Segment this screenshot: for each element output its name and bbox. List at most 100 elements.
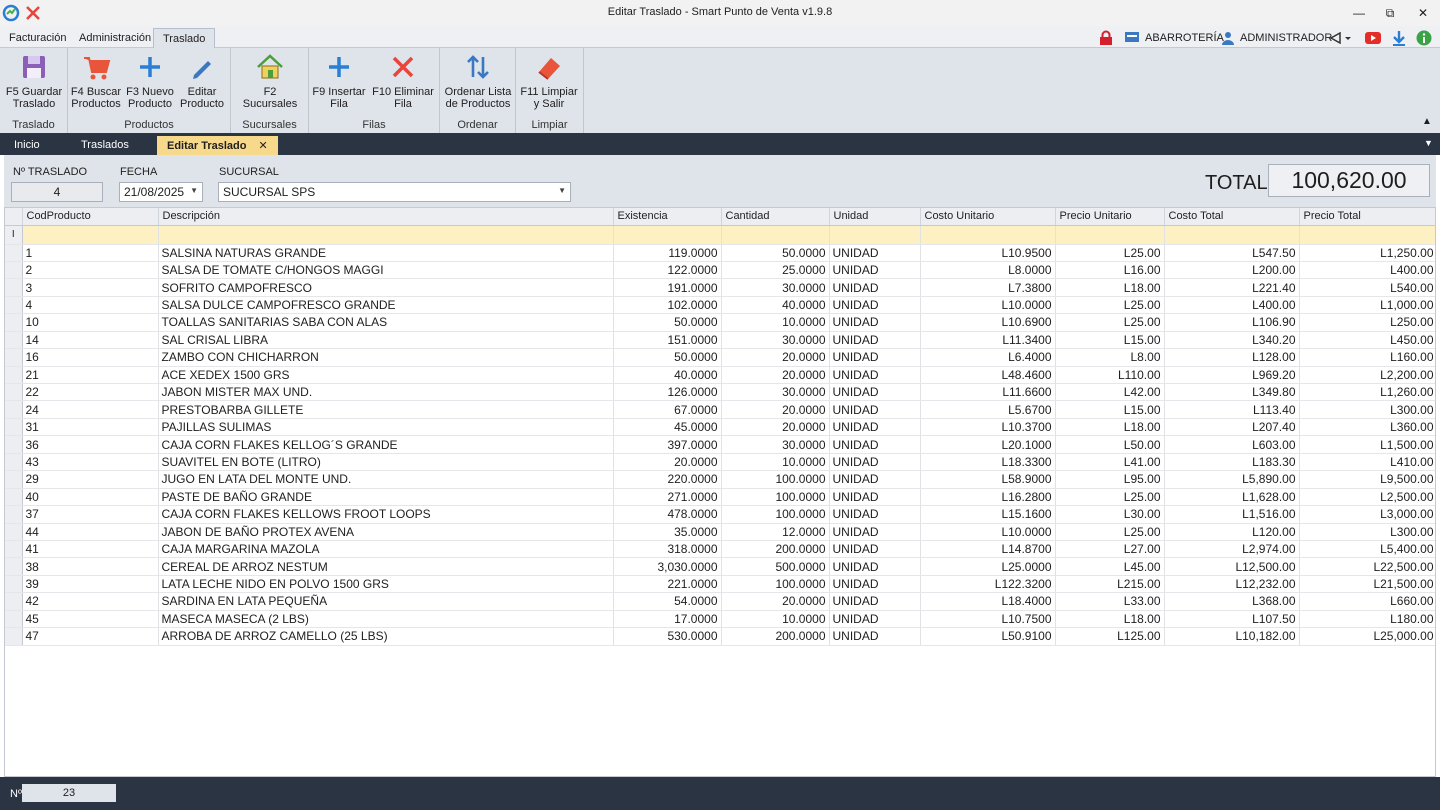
table-cell[interactable]: 220.0000 (613, 470, 722, 489)
table-cell[interactable]: 3,030.0000 (613, 557, 722, 576)
table-cell[interactable]: 40 (22, 488, 159, 507)
download-icon[interactable] (1391, 29, 1407, 47)
table-cell[interactable]: L340.20 (1164, 331, 1300, 350)
table-cell[interactable]: UNIDAD (829, 383, 921, 402)
table-cell[interactable]: 200.0000 (721, 627, 830, 646)
table-cell[interactable]: L6.4000 (920, 348, 1056, 367)
table-cell[interactable]: UNIDAD (829, 575, 921, 594)
table-cell[interactable]: L603.00 (1164, 435, 1300, 454)
table-cell[interactable]: 50.0000 (721, 244, 830, 262)
table-cell[interactable]: 122.0000 (613, 261, 722, 280)
clear-exit-button[interactable]: F11 Limpiar y Salir (519, 52, 579, 110)
row-indicator[interactable] (5, 278, 23, 297)
new-product-button[interactable]: F3 Nuevo Producto (120, 52, 180, 110)
table-cell[interactable]: 126.0000 (613, 383, 722, 402)
table-cell[interactable]: CAJA CORN FLAKES KELLOWS FROOT LOOPS (158, 505, 614, 524)
table-cell[interactable]: UNIDAD (829, 261, 921, 280)
table-cell[interactable]: JUGO EN LATA DEL MONTE UND. (158, 470, 614, 489)
sort-list-button[interactable]: Ordenar Lista de Productos (442, 52, 514, 110)
table-cell[interactable]: CAJA CORN FLAKES KELLOG´S GRANDE (158, 435, 614, 454)
row-indicator[interactable] (5, 348, 23, 367)
collapse-ribbon-icon[interactable]: ▲ (1422, 116, 1432, 127)
row-indicator[interactable] (5, 296, 23, 315)
table-cell[interactable]: UNIDAD (829, 313, 921, 332)
table-cell[interactable]: L1,260.00 (1299, 383, 1435, 402)
table-cell[interactable]: 12.0000 (721, 523, 830, 541)
table-cell[interactable]: JABON DE BAÑO PROTEX AVENA (158, 523, 614, 541)
table-cell[interactable]: 4 (22, 296, 159, 315)
table-cell[interactable]: L18.00 (1055, 418, 1165, 437)
row-indicator[interactable] (5, 383, 23, 402)
menu-tab-traslado[interactable]: Traslado (153, 28, 216, 48)
products-grid[interactable]: CodProducto Descripción Existencia Canti… (4, 207, 1436, 777)
table-cell[interactable]: L95.00 (1055, 470, 1165, 489)
table-cell[interactable]: SAL CRISAL LIBRA (158, 331, 614, 350)
table-cell[interactable]: TOALLAS SANITARIAS SABA CON ALAS (158, 313, 614, 332)
new-row-cell[interactable] (721, 225, 830, 245)
table-cell[interactable]: SARDINA EN LATA PEQUEÑA (158, 592, 614, 611)
table-cell[interactable]: UNIDAD (829, 488, 921, 507)
table-row[interactable]: 10 TOALLAS SANITARIAS SABA CON ALAS 50.000… (5, 313, 1435, 332)
table-cell[interactable]: UNIDAD (829, 348, 921, 367)
user-menu[interactable]: ADMINISTRADOR (1221, 29, 1332, 47)
table-cell[interactable]: 24 (22, 400, 159, 419)
table-cell[interactable]: L5,400.00 (1299, 540, 1435, 559)
table-cell[interactable]: 20.0000 (613, 453, 722, 472)
youtube-icon[interactable] (1365, 29, 1381, 47)
table-cell[interactable]: L20.1000 (920, 435, 1056, 454)
table-cell[interactable]: UNIDAD (829, 278, 921, 297)
table-cell[interactable]: 397.0000 (613, 435, 722, 454)
table-cell[interactable]: 271.0000 (613, 488, 722, 507)
table-cell[interactable]: UNIDAD (829, 296, 921, 315)
lock-icon[interactable] (1098, 29, 1114, 47)
table-cell[interactable]: UNIDAD (829, 366, 921, 385)
table-cell[interactable]: 40.0000 (721, 296, 830, 315)
info-icon[interactable] (1416, 29, 1432, 47)
table-cell[interactable]: L27.00 (1055, 540, 1165, 559)
row-indicator[interactable] (5, 418, 23, 437)
table-cell[interactable]: 119.0000 (613, 244, 722, 262)
table-cell[interactable]: 10.0000 (721, 313, 830, 332)
table-cell[interactable]: 478.0000 (613, 505, 722, 524)
column-header[interactable]: Unidad (829, 208, 921, 226)
table-row[interactable]: 24 PRESTOBARBA GILLETE 67.0000 20.0000 UNIDA… (5, 400, 1435, 419)
row-indicator[interactable] (5, 435, 23, 454)
table-row[interactable]: 43 SUAVITEL EN BOTE (LITRO) 20.0000 10.0000… (5, 453, 1435, 472)
table-cell[interactable]: 200.0000 (721, 540, 830, 559)
table-cell[interactable]: L1,500.00 (1299, 435, 1435, 454)
table-cell[interactable]: 20.0000 (721, 592, 830, 611)
table-cell[interactable]: L18.00 (1055, 278, 1165, 297)
table-row[interactable]: 37 CAJA CORN FLAKES KELLOWS FROOT LOOPS 47… (5, 505, 1435, 524)
table-cell[interactable]: L22,500.00 (1299, 557, 1435, 576)
table-cell[interactable]: L3,000.00 (1299, 505, 1435, 524)
table-cell[interactable]: L10.6900 (920, 313, 1056, 332)
table-cell[interactable]: SALSINA NATURAS GRANDE (158, 244, 614, 262)
table-cell[interactable]: 29 (22, 470, 159, 489)
table-cell[interactable]: L16.00 (1055, 261, 1165, 280)
fecha-date-picker[interactable]: 21/08/2025 ▼ (119, 182, 203, 202)
table-row[interactable]: 31 PAJILLAS SULIMAS 45.0000 20.0000 UNIDAD L1… (5, 418, 1435, 437)
row-indicator[interactable] (5, 592, 23, 611)
table-cell[interactable]: L400.00 (1164, 296, 1300, 315)
table-cell[interactable]: UNIDAD (829, 610, 921, 629)
table-cell[interactable]: L969.20 (1164, 366, 1300, 385)
close-button[interactable]: ✕ (1406, 0, 1440, 26)
table-cell[interactable]: 500.0000 (721, 557, 830, 576)
table-cell[interactable]: 10.0000 (721, 610, 830, 629)
table-cell[interactable]: 3 (22, 278, 159, 297)
table-cell[interactable]: 20.0000 (721, 348, 830, 367)
menu-tab-facturacion[interactable]: Facturación (0, 28, 75, 48)
table-cell[interactable]: L10,182.00 (1164, 627, 1300, 646)
table-cell[interactable]: 25.0000 (721, 261, 830, 280)
row-indicator[interactable] (5, 575, 23, 594)
table-cell[interactable]: UNIDAD (829, 244, 921, 262)
new-row-cell[interactable] (1055, 225, 1165, 245)
table-cell[interactable]: PASTE DE BAÑO GRANDE (158, 488, 614, 507)
table-cell[interactable]: SOFRITO CAMPOFRESCO (158, 278, 614, 297)
table-cell[interactable]: L2,974.00 (1164, 540, 1300, 559)
table-cell[interactable]: 30.0000 (721, 435, 830, 454)
table-cell[interactable]: UNIDAD (829, 453, 921, 472)
table-row[interactable]: 40 PASTE DE BAÑO GRANDE 271.0000 100.0000 UN… (5, 488, 1435, 507)
table-cell[interactable]: L12,500.00 (1164, 557, 1300, 576)
save-traslado-button[interactable]: F5 Guardar Traslado (4, 52, 64, 110)
